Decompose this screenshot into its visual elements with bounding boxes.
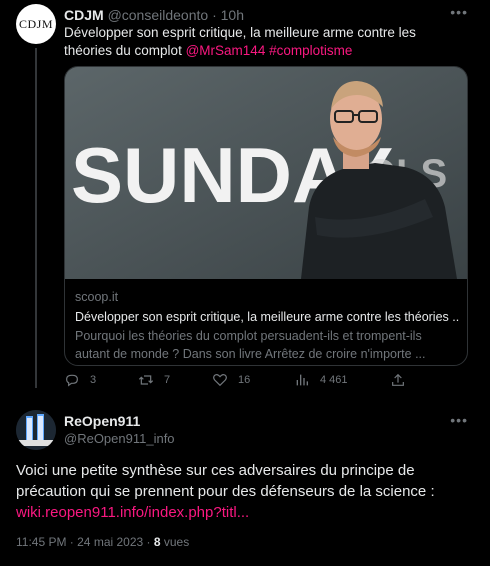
author-handle[interactable]: @conseildeonto (108, 7, 209, 23)
hashtag-link[interactable]: #complotisme (269, 43, 352, 58)
thread-line (35, 48, 37, 388)
views-button[interactable]: 4 461 (294, 372, 348, 388)
retweet-button[interactable]: 7 (138, 372, 170, 388)
tweet2-header: ReOpen911 @ReOpen911_info (64, 412, 175, 448)
card-domain: scoop.it (75, 290, 119, 304)
card-body[interactable]: scoop.it Développer son esprit critique,… (65, 279, 467, 365)
avatar-reopen911[interactable] (16, 410, 56, 450)
author-name[interactable]: CDJM (64, 7, 104, 23)
reply-button[interactable]: 3 (64, 372, 96, 388)
share-icon (392, 373, 404, 386)
like-button[interactable]: 16 (212, 372, 250, 388)
author-handle-2[interactable]: @ReOpen911_info (64, 430, 175, 448)
tweet2-views-count: 8 (153, 535, 161, 549)
avatar[interactable]: CDJM (16, 4, 56, 44)
wiki-link[interactable]: wiki.reopen911.info/index.php?titl... (16, 504, 249, 521)
share-button[interactable] (390, 372, 406, 388)
like-icon (213, 373, 227, 387)
card-image[interactable]: SUNDAY OLS (65, 67, 467, 279)
tweet2-text: Voici une petite synthèse sur ces advers… (16, 460, 476, 523)
views-count: 4 461 (320, 374, 348, 386)
tweet2-body: Voici une petite synthèse sur ces advers… (16, 462, 435, 500)
reopen911-logo (16, 410, 56, 450)
tweet2-views-label: vues (160, 535, 190, 549)
tweet2-timestamp[interactable]: 11:45 PM · 24 mai 2023 · (16, 535, 154, 549)
tweet-time[interactable]: 10h (221, 7, 244, 23)
link-card[interactable]: SUNDAY OLS scoop.it Développer son espri… (64, 66, 468, 366)
card-title: Développer son esprit critique, la meill… (75, 310, 459, 324)
avatar-logo-text: CDJM (18, 16, 53, 31)
card-description: Pourquoi les théories du complot persuad… (75, 329, 426, 361)
like-count: 16 (238, 374, 251, 386)
tweet-text: Développer son esprit critique, la meill… (64, 24, 464, 60)
tweet2-meta: 11:45 PM · 24 mai 2023 · 8 vues (16, 534, 189, 550)
action-bar: 3 7 16 4 461 (64, 372, 474, 392)
more-icon-2[interactable]: ••• (450, 412, 468, 428)
retweet-icon (138, 375, 154, 385)
reply-icon (66, 374, 78, 387)
retweet-count: 7 (164, 374, 171, 386)
views-icon (296, 374, 308, 386)
tweet-header: CDJM @conseildeonto · 10h (64, 6, 244, 24)
more-icon[interactable]: ••• (450, 4, 468, 20)
tweet-cdjm[interactable]: CDJM CDJM @conseildeonto · 10h ••• Dével… (0, 0, 490, 400)
mention-link[interactable]: @MrSam144 (186, 43, 266, 58)
card-photo: SUNDAY OLS (65, 67, 467, 279)
separator: · (212, 7, 217, 23)
author-name-2[interactable]: ReOpen911 (64, 412, 175, 430)
reply-count: 3 (90, 374, 97, 386)
